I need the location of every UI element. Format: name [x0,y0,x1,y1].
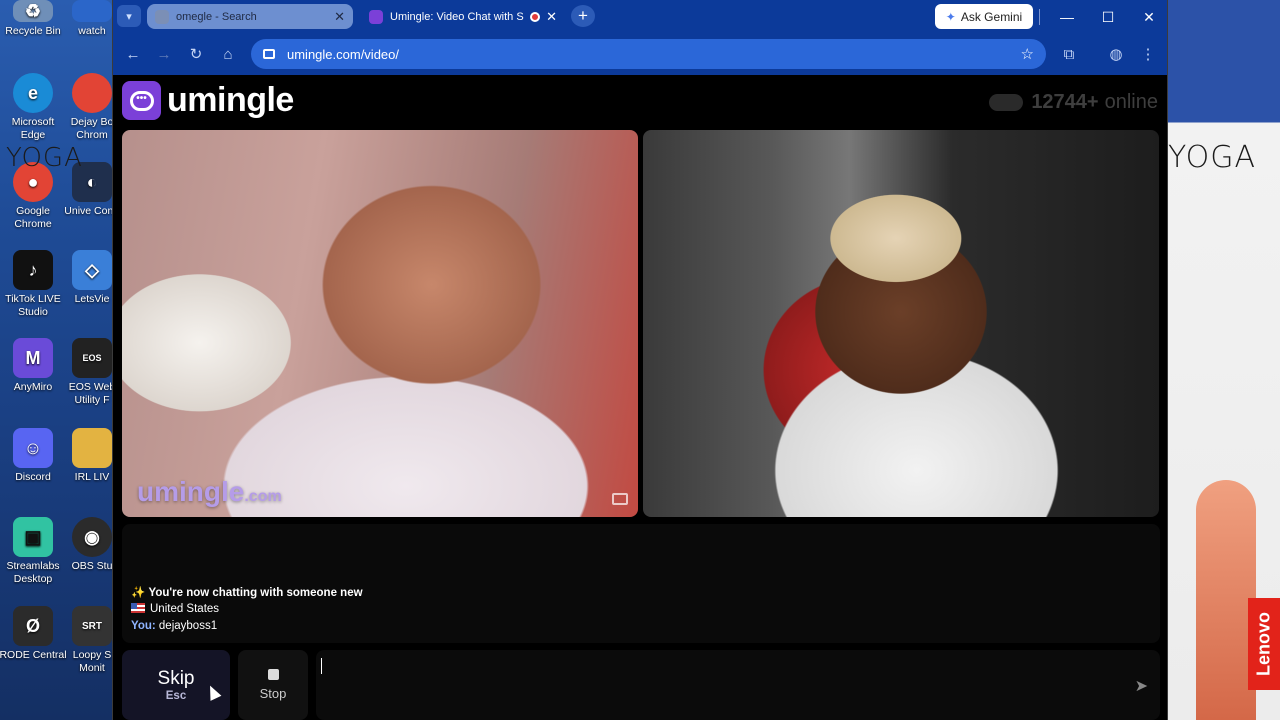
edge-icon: e [13,73,53,113]
maximize-button[interactable]: ☐ [1097,6,1119,28]
system-message: ✨ You're now chatting with someone new [131,586,363,599]
back-button[interactable]: ← [121,42,145,66]
lenovo-logo: Lenovo [1248,598,1280,690]
watch-icon [72,0,112,22]
extensions-button[interactable]: ⧉ [1057,42,1081,66]
stop-icon [267,669,279,680]
desktop-icon-streamlabs[interactable]: ▣ Streamlabs Desktop [0,517,68,586]
report-flag-icon[interactable] [612,493,628,505]
more-vertical-icon: ⋮ [1140,46,1156,63]
home-icon: ⌂ [223,45,233,63]
close-icon: ✕ [1143,8,1155,25]
umingle-page: ••• umingle 12744+ online umingle.com ✨ … [113,75,1167,720]
eos-webcam-icon: EOS [72,338,112,378]
minimize-icon: — [1060,9,1074,25]
video-site-icon [263,49,275,59]
tab-omegle-search[interactable]: omegle - Search ✕ [147,4,353,29]
stranger-video: umingle.com [122,130,638,517]
mouse-cursor-icon [204,683,222,701]
streamlabs-icon: ▣ [13,517,53,557]
loopy-monitor-icon: SRT [72,606,112,646]
arrow-right-icon: → [156,45,172,63]
chat-message: You: dejayboss1 [131,619,218,632]
close-icon[interactable]: ✕ [334,9,345,25]
desktop-icon-discord[interactable]: ☺ Discord [0,428,68,484]
ask-gemini-button[interactable]: ✦ Ask Gemini [935,4,1033,29]
desktop-icon-rode-central[interactable]: Ø RODE Central [0,606,68,662]
us-flag-icon [131,603,145,613]
home-button[interactable]: ⌂ [216,42,240,66]
desktop-background-right: YOGA Lenovo [1168,0,1280,720]
desktop-icon-edge[interactable]: e Microsoft Edge [0,73,68,142]
recycle-bin-icon: ♻ [13,0,53,22]
folder-icon [72,428,112,468]
minimize-button[interactable]: — [1056,6,1078,28]
online-counter: 12744+ online [989,91,1158,114]
text-caret [321,658,322,674]
yoga-wallpaper-text: YOGA [1168,140,1257,175]
browser-toolbar: ← → ↻ ⌂ umingle.com/video/ ☆ ⧉ ◍ ⋮ [113,33,1167,75]
rode-central-icon: Ø [13,606,53,646]
desktop-icon-anymiro[interactable]: M AnyMiro [0,338,68,394]
online-toggle[interactable] [989,94,1024,111]
bookmark-star-icon[interactable]: ☆ [1021,45,1034,63]
chat-log: ✨ You're now chatting with someone new U… [122,524,1160,643]
reload-icon: ↻ [189,46,203,63]
sparkle-icon: ✨ [131,586,146,599]
close-icon[interactable]: ✕ [546,9,557,25]
gemini-icon: ✦ [945,9,956,24]
discord-icon: ☺ [13,428,53,468]
tab-strip: ▾ omegle - Search ✕ Umingle: Video Chat … [113,0,1167,33]
puzzle-icon: ⧉ [1063,45,1075,63]
anymiro-icon: M [13,338,53,378]
recording-icon [530,11,541,22]
browser-window: ▾ omegle - Search ✕ Umingle: Video Chat … [112,0,1168,720]
arrow-left-icon: ← [125,45,141,63]
umingle-favicon-icon [369,9,383,24]
umingle-logo[interactable]: ••• umingle [122,81,294,120]
self-video [643,130,1159,517]
tab-search-button[interactable]: ▾ [117,5,141,27]
search-favicon-icon [155,9,169,24]
letsview-icon: ◇ [72,250,112,290]
controls-bar: Skip Esc Stop ➤ [122,650,1160,720]
maximize-icon: ☐ [1101,8,1115,25]
separator [1039,9,1040,25]
forward-button[interactable]: → [152,42,176,66]
tab-umingle[interactable]: Umingle: Video Chat with S ✕ [361,4,565,29]
stop-button[interactable]: Stop [238,650,308,720]
send-icon[interactable]: ➤ [1135,676,1148,696]
chrome-icon [72,73,112,113]
obs-icon: ◉ [72,517,112,557]
reload-button[interactable]: ↻ [184,42,208,66]
address-bar[interactable]: umingle.com/video/ ☆ [251,39,1046,69]
new-tab-button[interactable]: + [571,5,595,27]
skip-button[interactable]: Skip Esc [122,650,230,720]
chat-bubble-icon: ••• [122,81,161,120]
plus-icon: + [578,6,588,25]
profile-button[interactable]: ◍ [1104,42,1128,66]
chevron-down-icon: ▾ [126,10,132,23]
desktop-icon-recycle-bin[interactable]: ♻ Recycle Bin [0,0,68,38]
video-watermark: umingle.com [137,476,282,507]
menu-button[interactable]: ⋮ [1136,42,1160,66]
desktop-icon-tiktok-live[interactable]: ♪ TikTok LIVE Studio [0,250,68,319]
avatar: ◍ [1109,46,1123,63]
close-window-button[interactable]: ✕ [1138,6,1160,28]
message-input[interactable]: ➤ [316,650,1160,720]
yoga-wallpaper-text-left: YOGA [6,143,83,173]
wallpaper-figure [1196,480,1256,720]
country-line: United States [131,601,363,618]
tiktok-icon: ♪ [13,250,53,290]
